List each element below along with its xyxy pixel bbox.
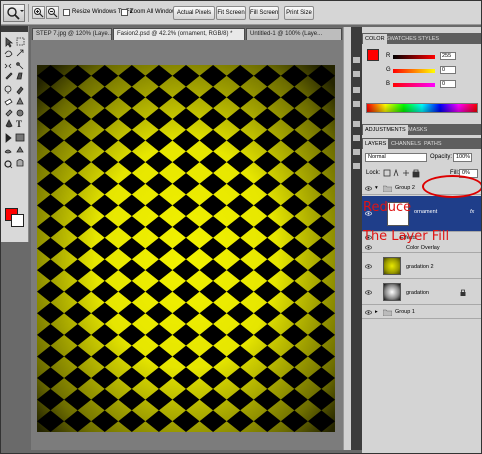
lock-label: Lock: — [366, 170, 381, 176]
document-tabs: STEP 7.jpg @ 120% (Laye... Fasion2.psd @… — [31, 27, 343, 40]
color-panel-fg-swatch[interactable] — [367, 49, 379, 61]
print-size-button[interactable]: Print Size — [284, 6, 314, 20]
layer-name: Group 2 — [395, 185, 415, 191]
zoom-magnifier-icon — [7, 7, 24, 20]
zoom-tool-preset-button[interactable] — [3, 4, 25, 22]
visibility-eye-icon[interactable] — [365, 309, 372, 316]
doc-tab-step7[interactable]: STEP 7.jpg @ 120% (Laye... — [32, 28, 112, 40]
tab-swatches[interactable]: SWATCHES — [384, 34, 419, 44]
tab-paths[interactable]: PATHS — [422, 139, 444, 149]
zoom-in-icon — [34, 8, 44, 18]
visibility-eye-icon[interactable] — [365, 263, 372, 270]
tab-adjustments[interactable]: ADJUSTMENTS — [363, 125, 408, 135]
tab-layers[interactable]: LAYERS — [363, 139, 389, 149]
tool-icons: T — [4, 37, 25, 169]
tab-channels[interactable]: CHANNELS — [389, 139, 423, 149]
layer-row-gradation[interactable]: gradation — [362, 280, 481, 305]
fill-annotation-ellipse — [422, 175, 481, 198]
channel-b-value[interactable]: 0 — [440, 80, 456, 88]
dock-icons — [353, 57, 360, 169]
visibility-eye-icon[interactable] — [365, 185, 372, 192]
color-spectrum-ramp[interactable] — [366, 103, 478, 113]
channel-g-slider[interactable] — [393, 69, 435, 73]
separator — [28, 4, 29, 22]
layer-row-group1[interactable]: ▸ Group 1 — [362, 306, 481, 319]
resize-windows-checkbox[interactable] — [63, 9, 70, 16]
background-color-swatch[interactable] — [11, 214, 24, 227]
layer-thumbnail — [383, 257, 401, 275]
doc-tab-untitled1[interactable]: Untitled-1 @ 100% (Laye... — [246, 28, 342, 40]
zoom-all-windows-checkbox[interactable] — [121, 9, 128, 16]
channel-r-label: R — [386, 53, 391, 59]
blend-mode-select[interactable]: Normal — [365, 153, 427, 162]
channel-r-slider[interactable] — [393, 55, 435, 59]
annotation-line-2: The Layer Fill — [363, 229, 450, 244]
opacity-input[interactable]: 100% — [453, 153, 472, 162]
layer-name: gradation 2 — [406, 264, 434, 270]
actual-pixels-button[interactable]: Actual Pixels — [173, 6, 215, 20]
panel-dock-strip — [351, 27, 362, 450]
lock-icon — [460, 289, 466, 296]
layer-thumbnail — [383, 283, 401, 301]
disclosure-triangle-icon[interactable]: ▸ — [375, 309, 378, 315]
toolbox-header[interactable] — [1, 26, 28, 32]
zoom-out-icon — [48, 8, 58, 18]
channel-b-slider[interactable] — [393, 83, 435, 87]
toolbox: T — [1, 26, 29, 242]
zoom-all-windows-label: Zoom All Windows — [130, 9, 180, 15]
gradient-vignette — [37, 65, 335, 432]
channel-b-label: B — [386, 81, 391, 87]
layer-color-overlay-row[interactable]: Color Overlay — [362, 243, 481, 253]
layers-empty-area — [362, 319, 481, 453]
layer-row-gradation2[interactable]: gradation 2 — [362, 254, 481, 279]
svg-text:T: T — [16, 119, 22, 129]
tab-styles[interactable]: STYLES — [416, 34, 441, 44]
document-canvas[interactable] — [37, 65, 335, 432]
zoom-out-button[interactable] — [46, 6, 59, 19]
fill-screen-button[interactable]: Fill Screen — [249, 6, 279, 20]
zoom-in-button[interactable] — [32, 6, 45, 19]
opacity-label: Opacity: — [430, 154, 453, 160]
lock-icons[interactable] — [383, 169, 423, 178]
disclosure-triangle-icon[interactable]: ▾ — [375, 185, 378, 191]
color-panel-tabs: COLOR SWATCHES STYLES — [362, 33, 481, 44]
folder-icon — [383, 309, 392, 316]
visibility-eye-icon[interactable] — [365, 289, 372, 296]
layer-name: gradation — [406, 290, 429, 296]
folder-icon — [383, 185, 392, 192]
color-overlay-label: Color Overlay — [406, 245, 440, 251]
photoshop-window: Resize Windows To Fit Zoom All Windows A… — [0, 0, 482, 454]
layer-name: Group 1 — [395, 309, 415, 315]
tab-masks[interactable]: MASKS — [406, 125, 429, 135]
visibility-eye-icon[interactable] — [365, 244, 372, 251]
options-bar: Resize Windows To Fit Zoom All Windows A… — [1, 1, 481, 25]
adjustments-panel-tabs: ADJUSTMENTS MASKS — [362, 124, 481, 135]
canvas-vertical-scrollbar[interactable] — [343, 27, 351, 450]
doc-tab-fasion2[interactable]: Fasion2.psd @ 42.2% (ornament, RGB/8) * — [113, 28, 245, 40]
layer-name: ornament — [414, 209, 438, 215]
fx-icon[interactable]: fx — [470, 209, 474, 215]
layers-panel-tabs: LAYERS CHANNELS PATHS — [362, 138, 481, 149]
channel-g-label: G — [386, 67, 391, 73]
fit-screen-button[interactable]: Fit Screen — [216, 6, 246, 20]
channel-g-value[interactable]: 0 — [440, 66, 456, 74]
annotation-line-1: Reduce — [363, 200, 412, 215]
channel-r-value[interactable]: 255 — [440, 52, 456, 60]
